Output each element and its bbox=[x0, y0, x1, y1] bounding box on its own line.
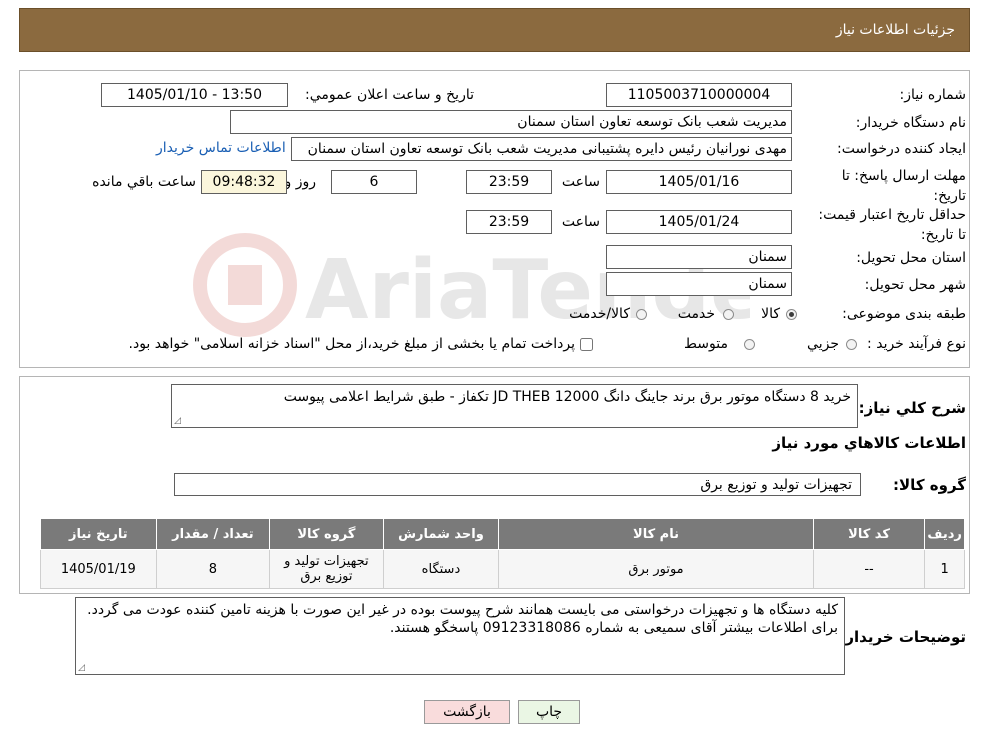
process-radio-small[interactable] bbox=[846, 339, 857, 350]
category-radio-service[interactable] bbox=[723, 309, 734, 320]
goods-group-field: تجهیزات تولید و توزیع برق bbox=[174, 473, 861, 496]
announce-label: تاریخ و ساعت اعلان عمومي: bbox=[305, 87, 474, 103]
treasury-checkbox[interactable] bbox=[580, 338, 593, 351]
validity-time-label: ساعت bbox=[561, 214, 600, 230]
buyer-notes-textarea[interactable]: کلیه دستگاه ها و تجهیزات درخواستی می بای… bbox=[75, 597, 845, 675]
city-field: سمنان bbox=[606, 272, 792, 296]
remaining-time-field: 09:48:32 bbox=[201, 170, 287, 194]
days-field: 6 bbox=[331, 170, 417, 194]
goods-table: ردیف کد کالا نام کالا واحد شمارش گروه کا… bbox=[40, 518, 965, 589]
validity-time-field: 23:59 bbox=[466, 210, 552, 234]
validity-label: حداقل تاریخ اعتبار قیمت: تا تاریخ: bbox=[818, 207, 966, 243]
category-label: طبقه بندی موضوعی: bbox=[842, 306, 966, 322]
category-option-service: خدمت bbox=[677, 306, 715, 322]
announce-field: 1405/01/10 - 13:50 bbox=[101, 83, 288, 107]
treasury-note: پرداخت تمام یا بخشی از مبلغ خرید،از محل … bbox=[128, 336, 575, 352]
process-radio-medium[interactable] bbox=[744, 339, 755, 350]
cell-need-date: 1405/01/19 bbox=[40, 549, 157, 589]
cell-item-code: -- bbox=[812, 549, 926, 589]
description-label: شرح کلي نیاز: bbox=[858, 399, 966, 417]
col-item-name: نام کالا bbox=[498, 518, 814, 550]
col-unit: واحد شمارش bbox=[382, 518, 500, 550]
goods-section-title: اطلاعات کالاهاي مورد نیاز bbox=[772, 434, 966, 452]
table-row: 1 -- موتور برق دستگاه تجهیزات تولید و تو… bbox=[40, 549, 965, 589]
page-title: جزئیات اطلاعات نیاز bbox=[835, 22, 955, 38]
need-number-label: شماره نیاز: bbox=[899, 87, 967, 103]
goods-group-label: گروه کالا: bbox=[893, 476, 966, 494]
col-item-group: گروه کالا bbox=[269, 518, 384, 550]
province-field: سمنان bbox=[606, 245, 792, 269]
page-header: جزئیات اطلاعات نیاز bbox=[19, 8, 970, 52]
category-radio-goods[interactable] bbox=[786, 309, 797, 320]
col-need-date: تاریخ نیاز bbox=[40, 518, 157, 550]
description-text: خرید 8 دستگاه موتور برق برند جاینگ دانگ … bbox=[283, 389, 851, 405]
description-textarea[interactable]: خرید 8 دستگاه موتور برق برند جاینگ دانگ … bbox=[171, 384, 858, 428]
category-radio-both[interactable] bbox=[636, 309, 647, 320]
back-button[interactable]: بازگشت bbox=[424, 700, 510, 724]
province-label: استان محل تحویل: bbox=[856, 250, 966, 266]
cell-quantity: 8 bbox=[155, 549, 271, 589]
buyer-notes-label: توضیحات خریدار: bbox=[839, 628, 966, 646]
creator-label: ایجاد کننده درخواست: bbox=[837, 141, 966, 157]
deadline-label: مهلت ارسال پاسخ: تا تاریخ: bbox=[841, 168, 966, 204]
cell-row-number: 1 bbox=[924, 549, 965, 589]
validity-date-field: 1405/01/24 bbox=[606, 210, 792, 234]
process-option-small: جزيي bbox=[807, 336, 839, 352]
need-number-field: 1105003710000004 bbox=[606, 83, 792, 107]
deadline-time-label: ساعت bbox=[561, 174, 600, 190]
col-item-code: کد کالا bbox=[812, 518, 926, 550]
days-label: روز و bbox=[284, 174, 317, 190]
deadline-date-field: 1405/01/16 bbox=[606, 170, 792, 194]
buyer-org-field: مدیریت شعب بانک توسعه تعاون استان سمنان bbox=[230, 110, 792, 134]
category-option-both: کالا/خدمت bbox=[569, 306, 630, 322]
resize-grip-icon[interactable]: ◿ bbox=[174, 417, 182, 426]
notes-resize-grip-icon[interactable]: ◿ bbox=[78, 664, 86, 673]
cell-unit: دستگاه bbox=[382, 549, 500, 589]
buyer-contact-link[interactable]: اطلاعات تماس خریدار bbox=[156, 140, 286, 156]
category-option-goods: کالا bbox=[761, 306, 780, 322]
remaining-time-label: ساعت باقي مانده bbox=[92, 174, 196, 190]
process-option-medium: متوسط bbox=[684, 336, 728, 352]
buyer-org-label: نام دستگاه خریدار: bbox=[855, 115, 966, 131]
process-label: نوع فرآیند خرید : bbox=[867, 336, 966, 352]
col-quantity: تعداد / مقدار bbox=[155, 518, 271, 550]
goods-table-header-row: ردیف کد کالا نام کالا واحد شمارش گروه کا… bbox=[40, 518, 965, 550]
creator-field: مهدی نورانیان رئیس دایره پشتیبانی مدیریت… bbox=[291, 137, 792, 161]
print-button[interactable]: چاپ bbox=[518, 700, 580, 724]
col-row-number: ردیف bbox=[924, 518, 965, 550]
deadline-time-field: 23:59 bbox=[466, 170, 552, 194]
city-label: شهر محل تحویل: bbox=[864, 277, 966, 293]
cell-item-name: موتور برق bbox=[498, 549, 814, 589]
cell-item-group: تجهیزات تولید و توزیع برق bbox=[269, 549, 384, 589]
buyer-notes-text: کلیه دستگاه ها و تجهیزات درخواستی می بای… bbox=[87, 602, 838, 636]
